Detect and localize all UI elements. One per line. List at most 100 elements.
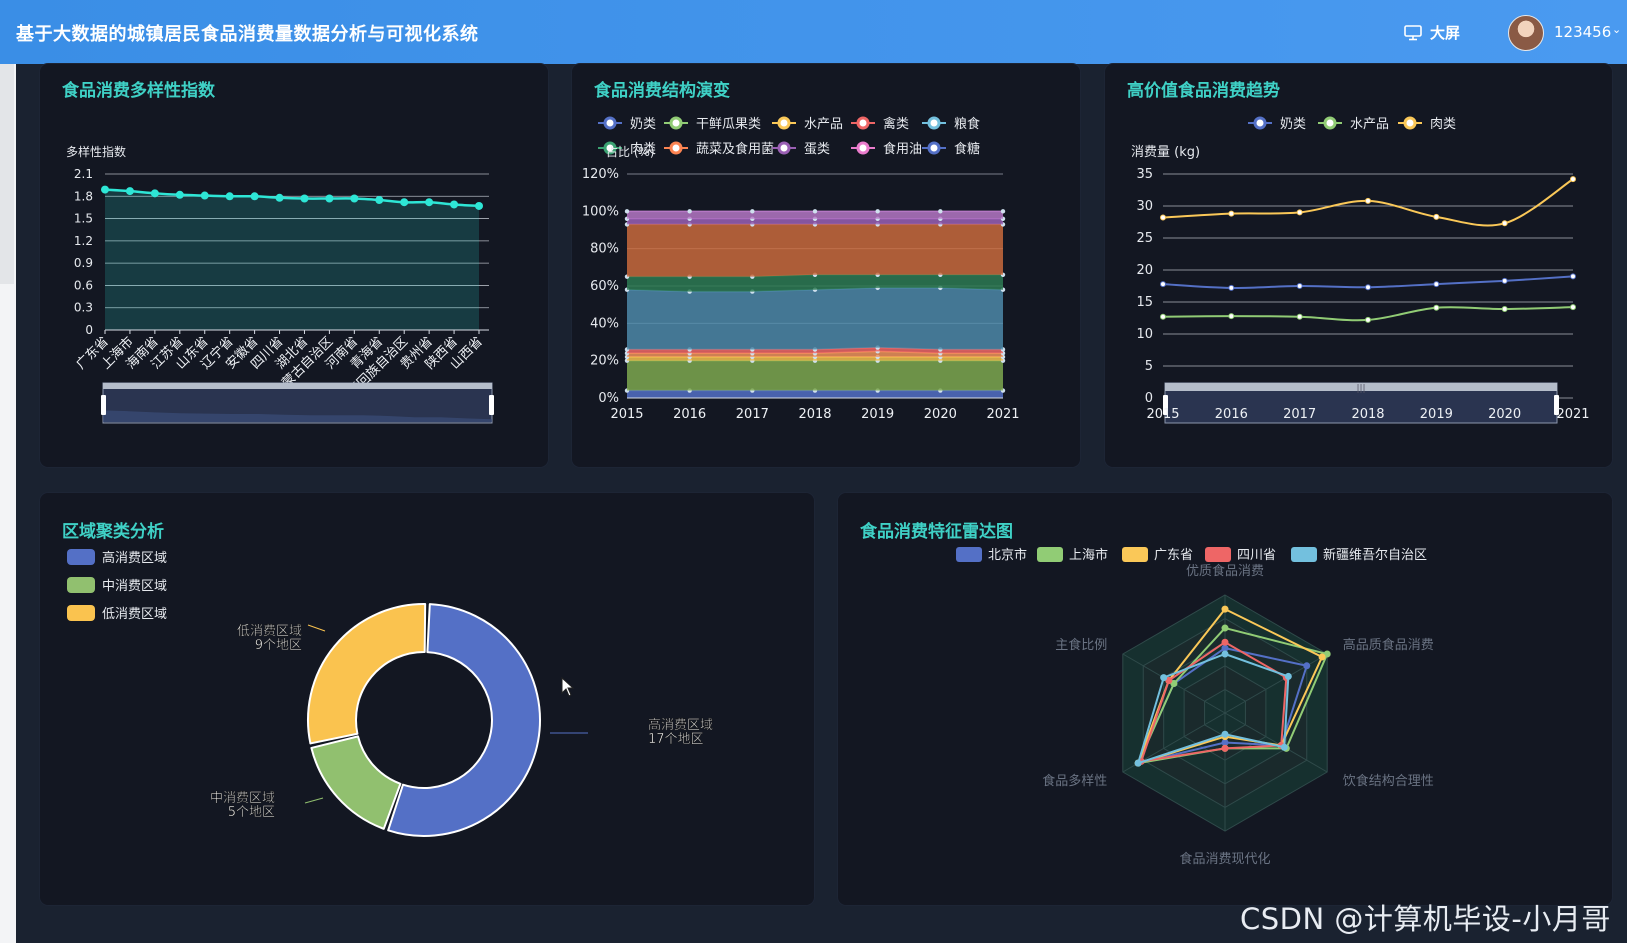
x-tick-label: 2017	[736, 407, 769, 422]
data-point	[300, 194, 309, 203]
x-tick-label: 2015	[610, 407, 643, 422]
legend-label: 水产品	[1350, 117, 1389, 132]
slice-label: 中消费区域	[210, 791, 275, 806]
data-point	[1433, 281, 1440, 288]
avatar[interactable]	[1508, 15, 1544, 51]
radar-point	[1221, 624, 1229, 632]
data-point	[750, 209, 755, 214]
y-tick-label: 120%	[582, 167, 619, 182]
x-tick-label: 2018	[1351, 407, 1384, 422]
legend-label: 干鲜瓜果类	[696, 117, 761, 132]
data-point	[375, 196, 384, 204]
top-header-bar: 基于大数据的城镇居民食品消费量数据分析与可视化系统 大屏 123456 ⌄	[0, 0, 1627, 64]
legend-label: 蔬菜及食用菌	[696, 141, 774, 157]
y-tick-label: 5	[1145, 359, 1153, 374]
legend-swatch	[67, 577, 95, 593]
legend-label: 肉类	[1430, 117, 1456, 132]
radar-point	[1221, 638, 1229, 646]
radar-point	[1221, 744, 1229, 752]
data-point	[1365, 197, 1371, 204]
data-point	[687, 209, 692, 214]
data-point	[1296, 283, 1303, 289]
legend-swatch	[1037, 547, 1063, 562]
x-tick-label: 2020	[1488, 407, 1521, 422]
datazoom-handle-bar	[103, 383, 492, 389]
data-point	[325, 194, 334, 203]
username[interactable]: 123456	[1554, 23, 1611, 41]
app-title: 基于大数据的城镇居民食品消费量数据分析与可视化系统	[16, 24, 479, 45]
data-point	[1000, 209, 1006, 214]
cluster-chart: 高消费区域中消费区域低消费区域高消费区域17个地区中消费区域5个地区低消费区域9…	[67, 549, 713, 837]
radar-indicator-label: 主食比例	[1055, 637, 1107, 653]
bigscreen-button[interactable]: 大屏	[1404, 22, 1460, 43]
legend-swatch	[67, 549, 95, 565]
radar-point	[1318, 653, 1326, 661]
legend-marker	[1253, 116, 1267, 130]
data-point	[475, 201, 483, 210]
data-point	[812, 209, 818, 214]
y-tick-label: 0	[85, 323, 93, 337]
slice-label: 高消费区域	[648, 717, 713, 733]
y-tick-label: 0	[1145, 391, 1153, 406]
y-tick-label: 0%	[598, 391, 619, 406]
data-point	[1365, 316, 1371, 323]
data-point	[225, 192, 234, 201]
x-tick-label: 2021	[1556, 407, 1589, 422]
radar-point	[1221, 730, 1229, 738]
pie-slice	[307, 603, 427, 745]
legend-label: 低消费区域	[102, 607, 167, 622]
legend-marker	[856, 116, 870, 130]
y-tick-label: 1.2	[74, 234, 93, 248]
y-tick-label: 20%	[590, 354, 619, 369]
legend-marker	[777, 141, 791, 155]
y-tick-label: 2.1	[74, 167, 93, 181]
x-tick-label: 2020	[924, 407, 957, 422]
legend-marker	[927, 141, 941, 155]
legend-label: 粮食	[954, 116, 980, 132]
radar-indicator-label: 高品质食品消费	[1343, 637, 1434, 653]
legend-label: 中消费区域	[102, 579, 167, 594]
radar-point	[1221, 650, 1229, 658]
legend-label: 奶类	[630, 117, 656, 132]
data-point	[101, 185, 109, 194]
data-point	[1296, 313, 1303, 320]
x-tick-label: 2021	[986, 407, 1019, 422]
data-point	[1228, 313, 1235, 320]
chevron-down-icon[interactable]: ⌄	[1612, 23, 1621, 36]
x-tick-label: 2016	[1215, 407, 1248, 422]
y-tick-label: 10	[1136, 327, 1153, 342]
bigscreen-label: 大屏	[1430, 24, 1461, 42]
legend-marker	[669, 116, 683, 130]
data-point	[1433, 213, 1440, 220]
data-point	[624, 209, 630, 214]
legend-marker	[856, 141, 870, 155]
legend-label: 水产品	[804, 117, 843, 132]
label-line	[304, 797, 324, 804]
y-tick-label: 15	[1136, 295, 1153, 310]
legend-marker	[777, 116, 791, 130]
datazoom-right-handle	[489, 395, 494, 415]
data-point	[275, 193, 284, 202]
radar-indicator-label: 优质食品消费	[1186, 563, 1264, 579]
legend-label: 上海市	[1069, 547, 1108, 563]
data-point	[1365, 284, 1371, 291]
slice-label: 5个地区	[228, 805, 275, 820]
slice-label: 17个地区	[648, 732, 704, 747]
data-point	[1570, 273, 1576, 280]
label-line	[307, 624, 326, 632]
data-point	[350, 194, 359, 203]
data-point	[1160, 313, 1166, 320]
datazoom-left-handle	[101, 395, 106, 415]
legend-label: 四川省	[1237, 548, 1276, 563]
datazoom-grip: |||	[1356, 384, 1365, 394]
radar-indicator-label: 食品多样性	[1042, 773, 1107, 789]
radar-chart: 北京市 上海市 广东省 四川省 新疆维吾尔自治区优质食品消费高品质食品消费饮食结构合理性…	[956, 547, 1434, 867]
x-tick-label: 2019	[861, 407, 894, 422]
y-axis-label: 消费量 (kg)	[1131, 145, 1200, 160]
radar-indicator-label: 饮食结构合理性	[1343, 773, 1434, 789]
radar-point	[1134, 759, 1142, 767]
legend-label: 新疆维吾尔自治区	[1323, 547, 1427, 563]
y-tick-label: 100%	[582, 204, 619, 219]
data-point	[150, 189, 159, 198]
series-area	[105, 189, 479, 330]
